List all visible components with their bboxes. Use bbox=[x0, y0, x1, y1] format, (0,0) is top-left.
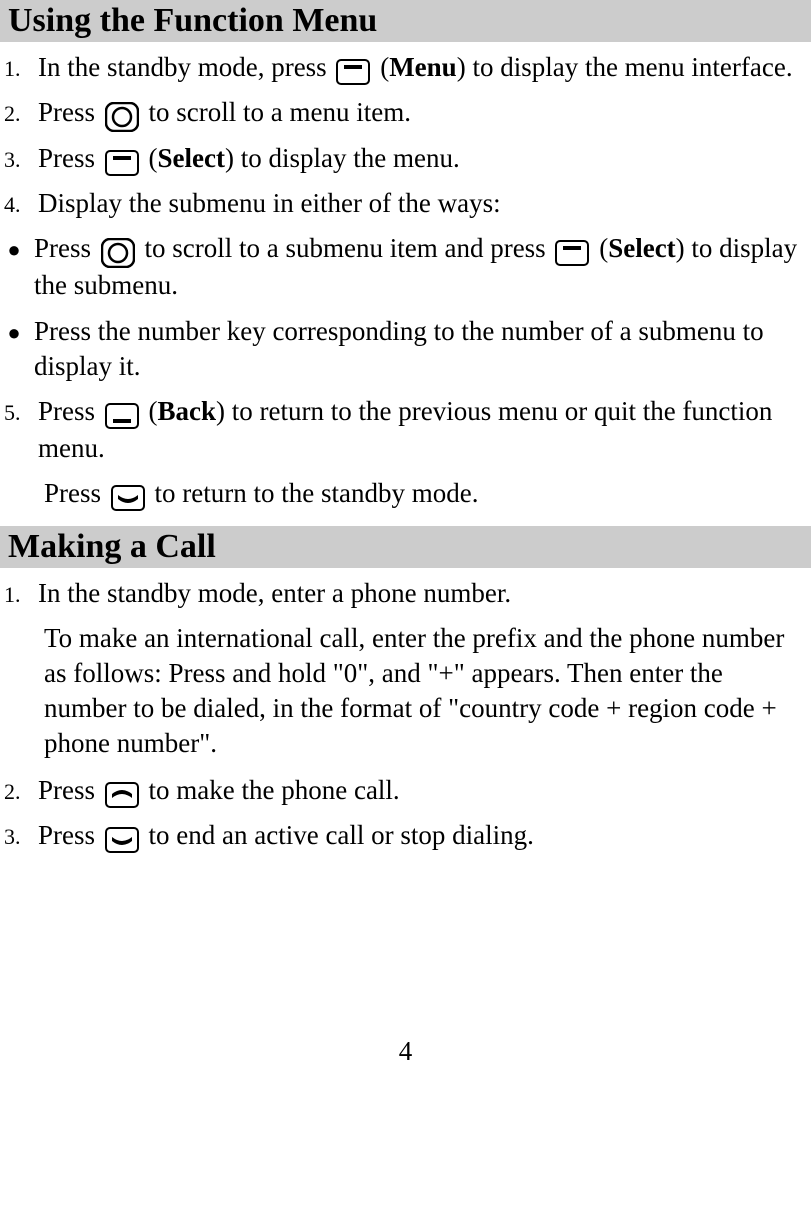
step-text: Press to scroll to a menu item. bbox=[32, 95, 811, 132]
step-text: Press (Back) to return to the previous m… bbox=[32, 394, 811, 466]
step-text: Press to end an active call or stop dial… bbox=[32, 818, 811, 855]
bullet-marker: ● bbox=[0, 231, 28, 265]
call-step-1: 1. In the standby mode, enter a phone nu… bbox=[0, 576, 811, 611]
making-call-steps-1: 1. In the standby mode, enter a phone nu… bbox=[0, 576, 811, 611]
select-key-icon bbox=[555, 233, 589, 268]
making-call-steps-2: 2. Press to make the phone call. 3. Pres… bbox=[0, 773, 811, 856]
step-text: Press (Select) to display the menu. bbox=[32, 141, 811, 178]
function-menu-step5: 5. Press (Back) to return to the previou… bbox=[0, 394, 811, 466]
menu-key-icon bbox=[336, 52, 370, 87]
call-step-3: 3. Press to end an active call or stop d… bbox=[0, 818, 811, 855]
end-key-icon bbox=[105, 821, 139, 856]
call-key-icon bbox=[105, 775, 139, 810]
select-key-icon bbox=[105, 143, 139, 178]
step-text: Display the submenu in either of the way… bbox=[32, 186, 811, 221]
step-1: 1. In the standby mode, press (Menu) to … bbox=[0, 50, 811, 87]
step-number: 1. bbox=[0, 50, 32, 84]
bullet-text: Press to scroll to a submenu item and pr… bbox=[28, 231, 811, 303]
step-number: 1. bbox=[0, 576, 32, 610]
nav-key-icon bbox=[105, 98, 139, 133]
bullet-2: ● Press the number key corresponding to … bbox=[0, 314, 811, 384]
section-heading-function-menu: Using the Function Menu bbox=[0, 0, 811, 42]
step-number: 3. bbox=[0, 818, 32, 852]
page-number: 4 bbox=[0, 1036, 811, 1067]
bullet-marker: ● bbox=[0, 314, 28, 348]
step-text: In the standby mode, enter a phone numbe… bbox=[32, 576, 811, 611]
international-call-note: To make an international call, enter the… bbox=[44, 621, 811, 761]
step-number: 3. bbox=[0, 141, 32, 175]
bullet-text: Press the number key corresponding to th… bbox=[28, 314, 811, 384]
step-3: 3. Press (Select) to display the menu. bbox=[0, 141, 811, 178]
document-page: Using the Function Menu 1. In the standb… bbox=[0, 0, 811, 1107]
function-menu-steps: 1. In the standby mode, press (Menu) to … bbox=[0, 50, 811, 221]
submenu-bullets: ● Press to scroll to a submenu item and … bbox=[0, 231, 811, 384]
step-number: 5. bbox=[0, 394, 32, 428]
step-number: 2. bbox=[0, 95, 32, 129]
call-step-2: 2. Press to make the phone call. bbox=[0, 773, 811, 810]
nav-key-icon bbox=[101, 233, 135, 268]
step-text: In the standby mode, press (Menu) to dis… bbox=[32, 50, 811, 87]
step-number: 2. bbox=[0, 773, 32, 807]
end-key-icon bbox=[111, 478, 145, 513]
step-number: 4. bbox=[0, 186, 32, 220]
step-5: 5. Press (Back) to return to the previou… bbox=[0, 394, 811, 466]
bullet-1: ● Press to scroll to a submenu item and … bbox=[0, 231, 811, 303]
standby-note: Press to return to the standby mode. bbox=[44, 476, 811, 513]
step-2: 2. Press to scroll to a menu item. bbox=[0, 95, 811, 132]
section-heading-making-call: Making a Call bbox=[0, 526, 811, 568]
back-key-icon bbox=[105, 396, 139, 431]
step-4: 4. Display the submenu in either of the … bbox=[0, 186, 811, 221]
step-text: Press to make the phone call. bbox=[32, 773, 811, 810]
